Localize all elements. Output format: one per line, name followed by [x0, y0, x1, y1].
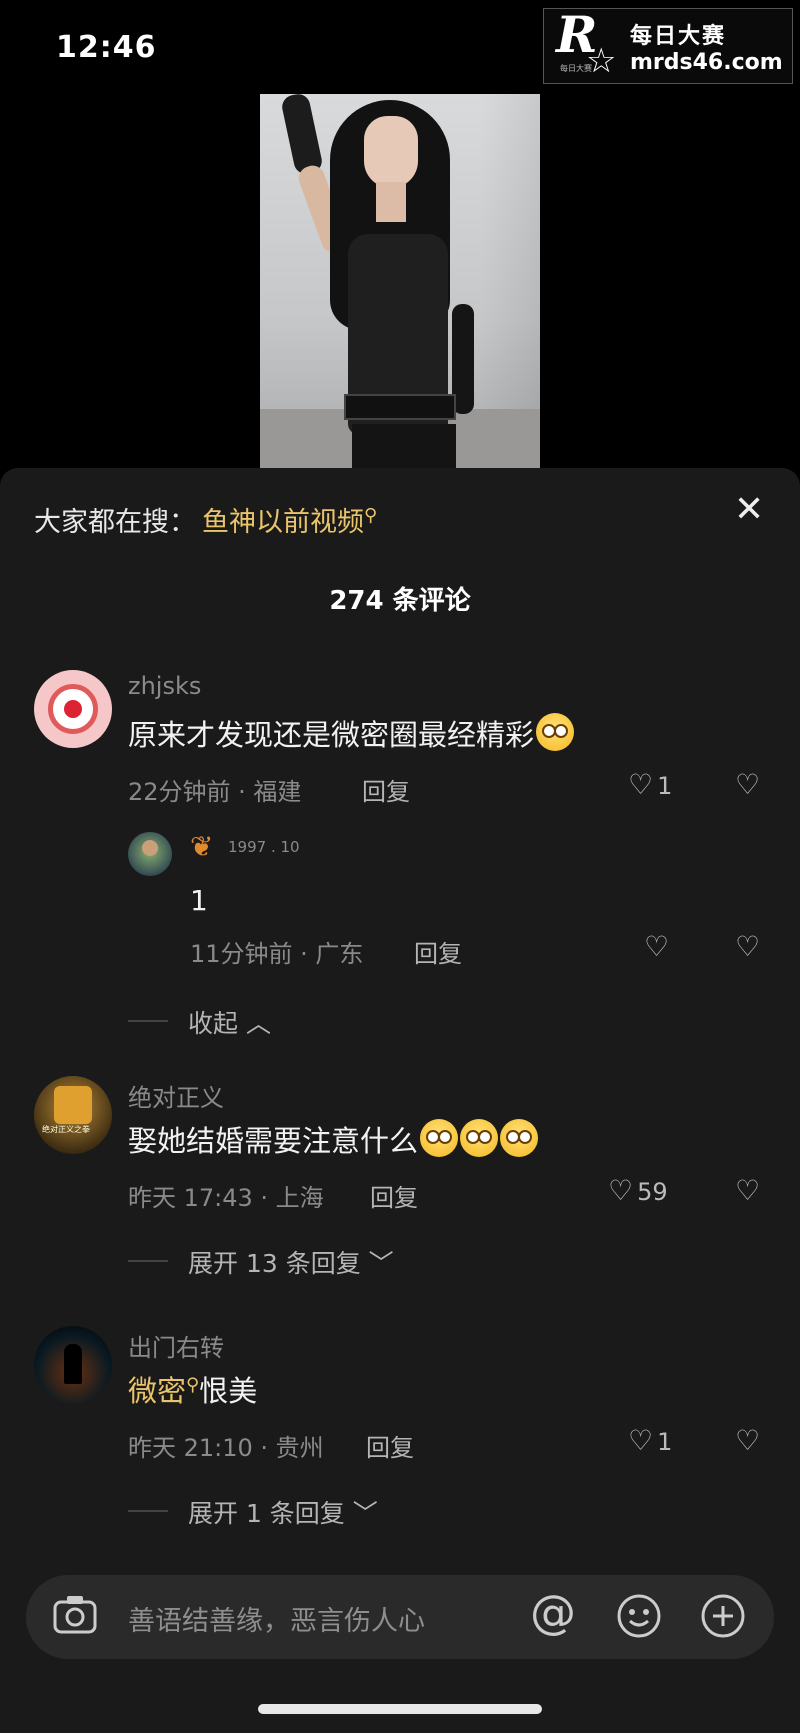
- collapse-replies-button[interactable]: 收起 ︿: [188, 1004, 271, 1040]
- dizzy-emoji-icon: [536, 713, 575, 751]
- search-icon: ⚲: [186, 1374, 200, 1396]
- reply-button[interactable]: 回复: [370, 1178, 418, 1213]
- fold-divider: [128, 1510, 168, 1512]
- comment-username[interactable]: 绝对正义: [128, 1078, 224, 1113]
- dislike-heart-icon[interactable]: ♡: [735, 768, 760, 801]
- comment-panel: 大家都在搜： 鱼神以前视频⚲ ✕ 274 条评论 zhjsks 原来才发现还是微密…: [0, 468, 800, 1733]
- close-icon[interactable]: ✕: [734, 492, 764, 528]
- watermark: R ☆ 每日大赛 每日大赛 mrds46.com: [543, 5, 793, 84]
- plus-icon[interactable]: [700, 1593, 746, 1646]
- reply-username[interactable]: 1997 . 10: [228, 838, 300, 856]
- like-button[interactable]: ♡ 1: [628, 1424, 672, 1457]
- comment-username[interactable]: 出门右转: [128, 1328, 224, 1363]
- comment-count: 274 条评论: [329, 586, 471, 616]
- avatar[interactable]: [34, 670, 112, 748]
- watermark-logo: R ☆ 每日大赛: [554, 5, 624, 81]
- reply-time-location: 11分钟前 · 广东: [190, 940, 364, 968]
- dislike-heart-icon[interactable]: ♡: [735, 1424, 760, 1457]
- comment-input-bar[interactable]: 善语结善缘，恶言伤人心 @: [26, 1575, 774, 1659]
- reply-like-icon[interactable]: ♡: [644, 930, 669, 963]
- comment-time-location: 昨天 17:43 · 上海: [128, 1184, 324, 1212]
- search-prefix: 大家都在搜：: [34, 507, 196, 538]
- chevron-down-icon: ﹀: [352, 1499, 378, 1528]
- search-suggestion[interactable]: 大家都在搜： 鱼神以前视频⚲: [34, 500, 377, 539]
- reply-text: 1: [190, 884, 208, 917]
- comment-time-location: 22分钟前 · 福建: [128, 778, 302, 806]
- comment-text: 微密⚲恨美: [128, 1374, 258, 1408]
- avatar-text: 绝对正义之拳: [42, 1125, 90, 1134]
- like-button[interactable]: ♡ 1: [628, 768, 672, 801]
- dislike-heart-icon[interactable]: ♡: [735, 1174, 760, 1207]
- comment-username[interactable]: zhjsks: [128, 672, 201, 700]
- emoji-icon[interactable]: [616, 1593, 662, 1646]
- star-icon: ☆: [586, 41, 617, 81]
- heart-icon: ♡: [628, 1424, 654, 1457]
- reply-reply-button[interactable]: 回复: [414, 934, 462, 969]
- avatar[interactable]: 绝对正义之拳: [34, 1076, 112, 1154]
- flushed-emoji-icon: [500, 1119, 539, 1157]
- comment-time-location: 昨天 21:10 · 贵州: [128, 1434, 324, 1462]
- reply-avatar[interactable]: [128, 832, 172, 876]
- watermark-logo-sub: 每日大赛: [560, 64, 592, 73]
- search-icon: ⚲: [364, 505, 378, 526]
- reply-button[interactable]: 回复: [362, 772, 410, 807]
- like-button[interactable]: ♡ 59: [608, 1174, 668, 1207]
- heart-icon: ♡: [608, 1174, 634, 1207]
- fold-divider: [128, 1020, 168, 1022]
- like-count: 59: [637, 1178, 668, 1206]
- comment-text: 娶她结婚需要注意什么: [128, 1118, 539, 1160]
- home-indicator[interactable]: [258, 1704, 542, 1714]
- comment-text: 原来才发现还是微密圈最经精彩: [128, 712, 575, 754]
- status-time: 12:46: [56, 30, 157, 65]
- flushed-emoji-icon: [460, 1119, 499, 1157]
- comment-keyword-link[interactable]: 微密⚲: [128, 1374, 199, 1408]
- flushed-emoji-icon: [420, 1119, 459, 1157]
- chevron-up-icon: ︿: [245, 1009, 271, 1038]
- watermark-url: mrds46.com: [630, 49, 783, 75]
- avatar[interactable]: [34, 1326, 112, 1404]
- like-count: 1: [657, 772, 673, 800]
- watermark-title: 每日大赛: [630, 23, 727, 49]
- fold-divider: [128, 1260, 168, 1262]
- search-keyword[interactable]: 鱼神以前视频: [202, 507, 364, 538]
- reply-dislike-heart-icon[interactable]: ♡: [735, 930, 760, 963]
- chevron-down-icon: ﹀: [368, 1249, 394, 1278]
- comment-input[interactable]: 善语结善缘，恶言伤人心: [128, 1599, 425, 1638]
- at-icon[interactable]: @: [530, 1589, 576, 1635]
- expand-replies-button[interactable]: 展开 1 条回复 ﹀: [188, 1494, 378, 1530]
- heart-icon: ♡: [628, 768, 654, 801]
- expand-replies-button[interactable]: 展开 13 条回复 ﹀: [188, 1244, 394, 1280]
- like-count: 1: [657, 1428, 673, 1456]
- leaf-icon: ❦: [190, 830, 214, 863]
- video-thumbnail[interactable]: [260, 94, 540, 469]
- camera-icon[interactable]: [52, 1593, 98, 1642]
- reply-button[interactable]: 回复: [366, 1428, 414, 1463]
